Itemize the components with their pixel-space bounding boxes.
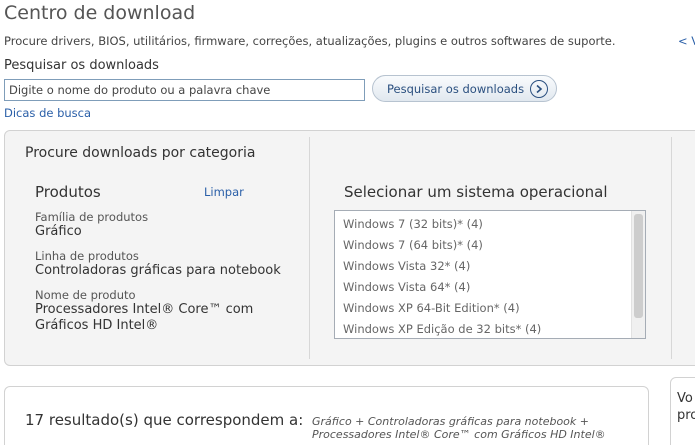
search-tips-link[interactable]: Dicas de busca [4, 106, 91, 120]
os-option[interactable]: Windows XP 64-Bit Edition* (4) [343, 301, 520, 315]
results-panel: 17 resultado(s) que correspondem a: Gráf… [4, 386, 649, 445]
search-label: Pesquisar os downloads [4, 58, 159, 73]
results-count: 17 resultado(s) que correspondem a: [25, 411, 304, 429]
product-name-value: Processadores Intel® Core™ com Gráficos … [35, 302, 254, 333]
product-family-value: Gráfico [35, 224, 82, 239]
product-line-label: Linha de produtos [35, 249, 139, 263]
category-panel-title: Procure downloads por categoria [25, 145, 256, 161]
page-title: Centro de download [4, 2, 196, 24]
side-nav-link[interactable]: < V [678, 34, 695, 48]
os-option[interactable]: Windows 7 (32 bits)* (4) [343, 217, 483, 231]
product-family-label: Família de produtos [35, 210, 149, 224]
right-side-panel: Vo pro [670, 377, 695, 445]
products-heading: Produtos [35, 183, 101, 201]
os-list-scrollbar[interactable] [631, 211, 645, 338]
search-input[interactable] [4, 79, 365, 101]
page-subtitle: Procure drivers, BIOS, utilitários, firm… [4, 34, 616, 48]
product-line-value: Controladoras gráficas para notebook [35, 263, 281, 278]
os-option[interactable]: Windows 7 (64 bits)* (4) [343, 238, 483, 252]
scrollbar-thumb[interactable] [634, 214, 643, 318]
search-button-label: Pesquisar os downloads [387, 81, 525, 96]
panel-divider [309, 137, 310, 359]
panel-divider [671, 137, 672, 359]
os-option[interactable]: Windows Vista 32* (4) [343, 259, 470, 273]
os-heading: Selecionar um sistema operacional [344, 183, 608, 201]
product-name-label: Nome de produto [35, 288, 136, 302]
clear-link[interactable]: Limpar [204, 185, 244, 199]
category-panel: Procure downloads por categoria Produtos… [4, 130, 695, 366]
arrow-right-circle-icon [530, 80, 548, 98]
search-button[interactable]: Pesquisar os downloads [372, 75, 557, 102]
os-option[interactable]: Windows Vista 64* (4) [343, 280, 470, 294]
os-option[interactable]: Windows XP Edição de 32 bits* (4) [343, 322, 541, 336]
os-listbox[interactable]: Windows 7 (32 bits)* (4) Windows 7 (64 b… [334, 210, 646, 339]
results-query: Gráfico + Controladoras gráficas para no… [312, 415, 606, 441]
right-panel-text: Vo pro [677, 391, 695, 423]
